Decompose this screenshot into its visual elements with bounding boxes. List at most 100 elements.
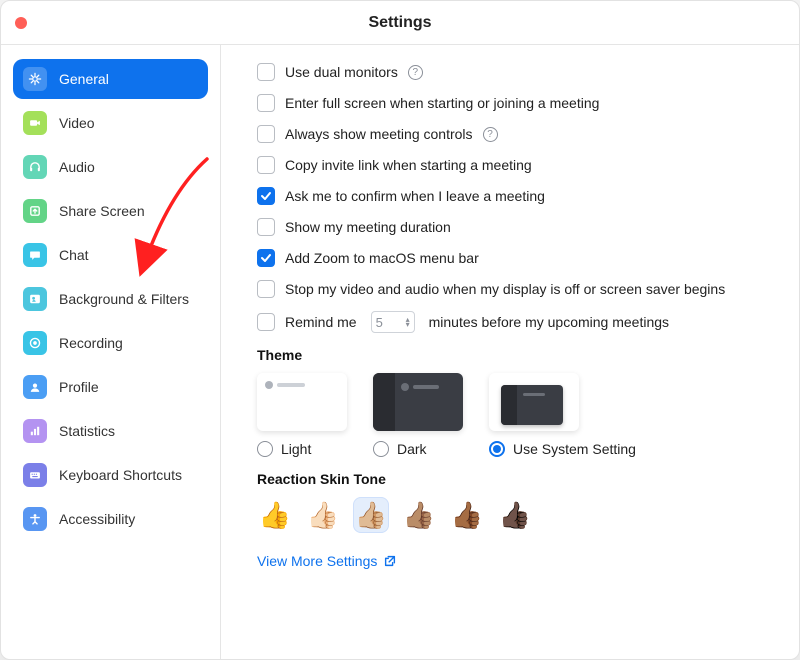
keyboard-icon [23,463,47,487]
option-row: Copy invite link when starting a meeting [257,156,775,174]
sidebar-item-label: Share Screen [59,203,145,219]
window-title: Settings [368,14,431,32]
sidebar: General Video Audio Share Screen Chat Backgro… [1,45,221,659]
sidebar-item-label: Recording [59,335,123,351]
option-row: Add Zoom to macOS menu bar [257,249,775,267]
sidebar-item-label: Chat [59,247,89,263]
theme-label: Use System Setting [513,441,636,457]
sidebar-item-profile[interactable]: Profile [13,367,208,407]
skin-heading: Reaction Skin Tone [257,471,775,487]
option-label: Show my meeting duration [285,219,451,235]
sidebar-item-label: Keyboard Shortcuts [59,467,182,483]
camera-icon [23,111,47,135]
help-icon[interactable]: ? [408,65,423,80]
a11y-icon [23,507,47,531]
theme-radio[interactable] [257,441,273,457]
theme-option-use-system-setting[interactable]: Use System Setting [489,373,636,457]
theme-heading: Theme [257,347,775,363]
option-row: Ask me to confirm when I leave a meeting [257,187,775,205]
sidebar-item-label: General [59,71,109,87]
sidebar-item-label: Profile [59,379,99,395]
option-checkbox[interactable] [257,94,275,112]
skin-tone-options: 👍 👍🏻 👍🏼 👍🏽 👍🏾 👍🏿 [257,497,775,533]
gear-icon [23,67,47,91]
option-checkbox[interactable] [257,125,275,143]
theme-thumb [489,373,579,431]
option-checkbox[interactable] [257,218,275,236]
stepper-arrows-icon: ▴▾ [406,317,410,327]
remind-checkbox[interactable] [257,313,275,331]
skin-tone-option[interactable]: 👍🏾 [449,497,485,533]
sidebar-item-label: Statistics [59,423,115,439]
content: Use dual monitors? Enter full screen when… [221,45,799,659]
remind-minutes-stepper[interactable]: 5 ▴▾ [371,311,415,333]
option-row: Enter full screen when starting or joini… [257,94,775,112]
bgfilter-icon [23,287,47,311]
sidebar-item-video[interactable]: Video [13,103,208,143]
stats-icon [23,419,47,443]
option-label: Use dual monitors [285,64,398,80]
help-icon[interactable]: ? [483,127,498,142]
sidebar-item-label: Background & Filters [59,291,189,307]
option-checkbox[interactable] [257,249,275,267]
theme-radio-line: Dark [373,441,463,457]
theme-option-dark[interactable]: Dark [373,373,463,457]
sidebar-item-label: Video [59,115,95,131]
headset-icon [23,155,47,179]
option-label: Copy invite link when starting a meeting [285,157,532,173]
theme-option-light[interactable]: Light [257,373,347,457]
settings-window: Settings General Video Audio Share Screen Ch… [0,0,800,660]
theme-options: Light Dark Use System Setting [257,373,775,457]
option-checkbox[interactable] [257,280,275,298]
sidebar-item-chat[interactable]: Chat [13,235,208,275]
remind-prefix: Remind me [285,314,357,330]
theme-radio-line: Light [257,441,347,457]
general-options: Use dual monitors? Enter full screen when… [257,63,775,298]
sidebar-item-background-filters[interactable]: Background & Filters [13,279,208,319]
sidebar-item-label: Accessibility [59,511,135,527]
view-more-settings-link[interactable]: View More Settings [257,553,397,569]
skin-tone-option[interactable]: 👍🏻 [305,497,341,533]
theme-thumb [257,373,347,431]
option-checkbox[interactable] [257,187,275,205]
option-label: Ask me to confirm when I leave a meeting [285,188,545,204]
sidebar-item-keyboard-shortcuts[interactable]: Keyboard Shortcuts [13,455,208,495]
skin-tone-option[interactable]: 👍 [257,497,293,533]
remind-row: Remind me 5 ▴▾ minutes before my upcomin… [257,311,775,333]
theme-thumb [373,373,463,431]
chat-icon [23,243,47,267]
remind-suffix: minutes before my upcoming meetings [429,314,669,330]
titlebar: Settings [1,1,799,45]
theme-label: Dark [397,441,427,457]
sidebar-item-statistics[interactable]: Statistics [13,411,208,451]
option-checkbox[interactable] [257,156,275,174]
close-window-dot[interactable] [15,17,27,29]
option-checkbox[interactable] [257,63,275,81]
skin-tone-option[interactable]: 👍🏽 [401,497,437,533]
share-icon [23,199,47,223]
sidebar-item-accessibility[interactable]: Accessibility [13,499,208,539]
option-label: Enter full screen when starting or joini… [285,95,599,111]
theme-radio[interactable] [373,441,389,457]
option-row: Stop my video and audio when my display … [257,280,775,298]
option-row: Show my meeting duration [257,218,775,236]
skin-tone-option[interactable]: 👍🏼 [353,497,389,533]
option-label: Always show meeting controls [285,126,473,142]
sidebar-item-label: Audio [59,159,95,175]
external-link-icon [383,554,397,568]
option-row: Always show meeting controls? [257,125,775,143]
skin-tone-option[interactable]: 👍🏿 [497,497,533,533]
theme-label: Light [281,441,311,457]
sidebar-item-audio[interactable]: Audio [13,147,208,187]
view-more-label: View More Settings [257,553,377,569]
profile-icon [23,375,47,399]
record-icon [23,331,47,355]
theme-radio[interactable] [489,441,505,457]
sidebar-item-recording[interactable]: Recording [13,323,208,363]
option-label: Stop my video and audio when my display … [285,281,725,297]
option-label: Add Zoom to macOS menu bar [285,250,479,266]
sidebar-item-share-screen[interactable]: Share Screen [13,191,208,231]
theme-radio-line: Use System Setting [489,441,636,457]
option-row: Use dual monitors? [257,63,775,81]
sidebar-item-general[interactable]: General [13,59,208,99]
